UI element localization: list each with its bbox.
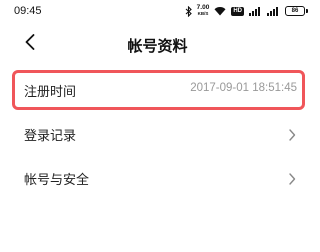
battery-icon: 86 [285, 6, 308, 16]
account-security-label: 帐号与安全 [24, 173, 90, 188]
header: 帐号资料 [0, 24, 315, 64]
battery-level: 86 [291, 8, 299, 14]
list-item-account-security[interactable]: 帐号与安全 [0, 156, 315, 200]
list-item-login-records[interactable]: 登录记录 [0, 112, 315, 156]
signal-icon [249, 6, 262, 16]
signal-icon-2 [267, 6, 280, 16]
status-time: 09:45 [14, 5, 42, 17]
login-records-label: 登录记录 [24, 129, 77, 144]
status-icons: 7.00 KB/S HD 86 [185, 4, 308, 18]
bluetooth-icon [185, 5, 192, 17]
page-title: 帐号资料 [127, 37, 188, 55]
chevron-right-icon [287, 127, 297, 141]
network-speed-unit: KB/S [197, 11, 209, 16]
wifi-icon [214, 6, 226, 16]
network-speed: 7.00 KB/S [197, 4, 210, 17]
chevron-right-icon [287, 171, 297, 185]
hd-badge: HD [231, 6, 244, 16]
status-bar: 09:45 7.00 KB/S HD 86 [0, 0, 315, 22]
highlight-box [12, 70, 305, 110]
